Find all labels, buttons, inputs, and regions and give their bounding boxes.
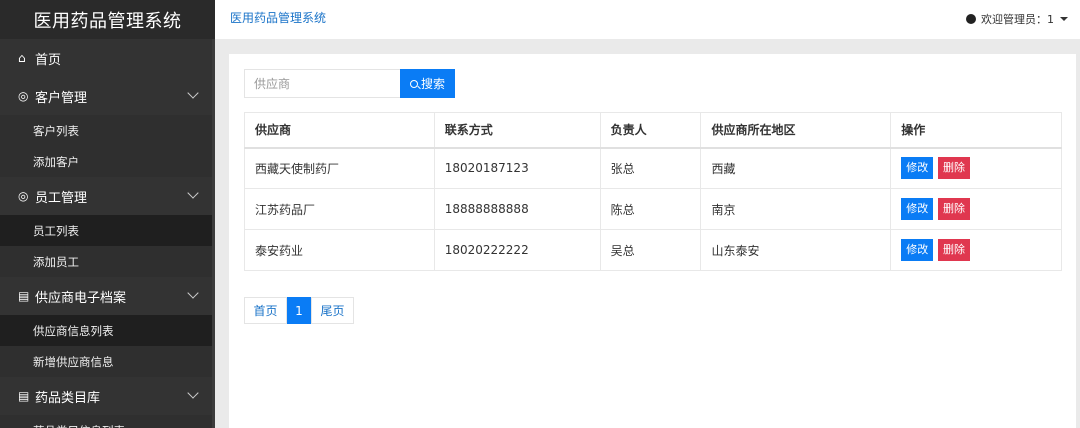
- cell-supplier: 江苏药品厂: [244, 188, 435, 230]
- sidebar-group-employees[interactable]: ◎ 员工管理: [0, 177, 215, 215]
- content-card: 供应商 搜索 供应商 联系方式 负责人 供应商所在地区 操作 西藏天使制药厂 1…: [229, 54, 1076, 428]
- cell-phone: 18888888888: [433, 188, 601, 230]
- cell-manager: 陈总: [599, 188, 702, 230]
- sidebar-scrollbar[interactable]: [212, 39, 215, 428]
- sidebar-item-drug-category-list[interactable]: 药品类目信息列表: [0, 415, 215, 428]
- delete-button[interactable]: 删除: [938, 157, 971, 180]
- sidebar-item-add-customer[interactable]: 添加客户: [0, 146, 215, 177]
- sidebar-item-label: 首页: [35, 52, 62, 68]
- search-button[interactable]: 搜索: [400, 69, 455, 98]
- chevron-down-icon: [187, 287, 199, 299]
- search-input[interactable]: 供应商: [244, 69, 400, 98]
- cell-supplier: 泰安药业: [244, 229, 435, 271]
- sidebar-group-customers[interactable]: ◎ 客户管理: [0, 77, 215, 115]
- cell-actions: 修改 删除: [890, 147, 1062, 189]
- home-icon: ⌂: [18, 51, 26, 65]
- sidebar-item-label: 药品类目库: [35, 390, 101, 406]
- column-header-region: 供应商所在地区: [700, 112, 892, 149]
- document-icon: ▤: [18, 289, 30, 303]
- sidebar-item-label: 员工管理: [35, 190, 88, 206]
- table-row: 泰安药业 18020222222 吴总 山东泰安 修改 删除: [244, 229, 1062, 271]
- user-greeting: 欢迎管理员：1: [981, 13, 1054, 26]
- pagination: 首页 1 尾页: [244, 297, 354, 324]
- cell-region: 南京: [700, 188, 892, 230]
- document-icon: ▤: [18, 389, 30, 403]
- cell-manager: 吴总: [599, 229, 702, 271]
- sidebar-item-label: 供应商电子档案: [35, 290, 127, 306]
- chevron-down-icon: [187, 87, 199, 99]
- supplier-table: 供应商 联系方式 负责人 供应商所在地区 操作 西藏天使制药厂 18020187…: [244, 112, 1062, 271]
- cell-phone: 18020222222: [433, 229, 601, 271]
- sidebar-item-customer-list[interactable]: 客户列表: [0, 115, 215, 146]
- cell-manager: 张总: [599, 147, 702, 189]
- cell-actions: 修改 删除: [890, 229, 1062, 271]
- table-header-row: 供应商 联系方式 负责人 供应商所在地区 操作: [244, 112, 1062, 149]
- current-page-button[interactable]: 1: [287, 297, 311, 324]
- user-circle-icon: ◎: [18, 189, 29, 203]
- search-button-label: 搜索: [420, 77, 445, 91]
- cell-region: 山东泰安: [700, 229, 892, 271]
- sidebar-item-add-employee[interactable]: 添加员工: [0, 246, 215, 277]
- sidebar-group-suppliers[interactable]: ▤ 供应商电子档案: [0, 277, 215, 315]
- breadcrumb[interactable]: 医用药品管理系统: [230, 9, 326, 26]
- cell-phone: 18020187123: [433, 147, 601, 189]
- search-icon: [409, 79, 418, 88]
- edit-button[interactable]: 修改: [901, 198, 934, 220]
- column-header-phone: 联系方式: [433, 112, 601, 149]
- cell-actions: 修改 删除: [890, 188, 1062, 230]
- table-row: 西藏天使制药厂 18020187123 张总 西藏 修改 删除: [244, 147, 1062, 189]
- sidebar-item-home[interactable]: ⌂ 首页: [0, 39, 215, 77]
- edit-button[interactable]: 修改: [901, 239, 934, 261]
- sidebar-item-supplier-list[interactable]: 供应商信息列表: [0, 315, 215, 346]
- user-menu[interactable]: 欢迎管理员：1: [966, 11, 1068, 27]
- top-header: 医用药品管理系统 欢迎管理员：1: [215, 0, 1080, 39]
- user-face-icon: [966, 14, 976, 24]
- column-header-manager: 负责人: [599, 112, 702, 149]
- sidebar-item-add-supplier[interactable]: 新增供应商信息: [0, 346, 215, 377]
- table-row: 江苏药品厂 18888888888 陈总 南京 修改 删除: [244, 188, 1062, 230]
- user-circle-icon: ◎: [18, 89, 29, 103]
- sidebar-item-employee-list[interactable]: 员工列表: [0, 215, 215, 246]
- column-header-supplier: 供应商: [244, 112, 435, 149]
- column-header-actions: 操作: [890, 112, 1062, 149]
- chevron-down-icon: [187, 387, 199, 399]
- edit-button[interactable]: 修改: [901, 157, 934, 180]
- delete-button[interactable]: 删除: [938, 198, 971, 220]
- chevron-down-icon: [187, 187, 199, 199]
- caret-down-icon: [1060, 17, 1068, 21]
- first-page-button[interactable]: 首页: [244, 297, 287, 324]
- delete-button[interactable]: 删除: [938, 239, 971, 261]
- sidebar: 医用药品管理系统 ⌂ 首页 ◎ 客户管理 客户列表 添加客户 ◎ 员工管理 员工…: [0, 0, 215, 428]
- sidebar-item-label: 客户管理: [35, 90, 88, 106]
- sidebar-group-drug-categories[interactable]: ▤ 药品类目库: [0, 377, 215, 415]
- cell-supplier: 西藏天使制药厂: [244, 147, 435, 189]
- last-page-button[interactable]: 尾页: [311, 297, 354, 324]
- cell-region: 西藏: [700, 147, 892, 189]
- app-title: 医用药品管理系统: [0, 0, 215, 39]
